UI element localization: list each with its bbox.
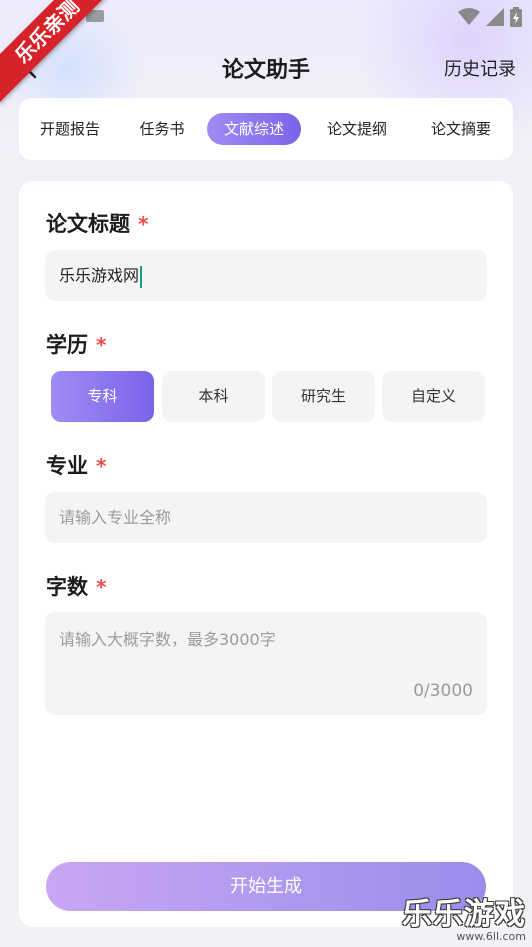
tab-abstract[interactable]: 论文摘要 bbox=[424, 113, 498, 145]
major-input[interactable]: 请输入专业全称 bbox=[45, 492, 487, 543]
major-label-text: 专业 bbox=[46, 454, 88, 478]
character-counter: 0/3000 bbox=[413, 681, 473, 701]
title-label: 论文标题 * bbox=[46, 208, 148, 238]
word-count-input[interactable]: 请输入大概字数，最多3000字 0/3000 bbox=[45, 612, 487, 715]
word-count-label-text: 字数 bbox=[46, 575, 88, 599]
tab-outline[interactable]: 论文提纲 bbox=[320, 113, 394, 145]
form-card: 论文标题 * 乐乐游戏网 学历 * 专科 本科 研究生 自定义 专业 * 请输入专业全… bbox=[19, 181, 513, 927]
title-label-text: 论文标题 bbox=[46, 212, 130, 236]
app-header: 论文助手 历史记录 bbox=[0, 44, 532, 90]
tab-task-book[interactable]: 任务书 bbox=[130, 113, 194, 145]
education-option-custom[interactable]: 自定义 bbox=[382, 371, 485, 422]
battery-icon bbox=[510, 7, 522, 27]
required-mark: * bbox=[96, 333, 107, 357]
title-input-value: 乐乐游戏网 bbox=[59, 266, 140, 285]
education-option-bachelor[interactable]: 本科 bbox=[162, 371, 265, 422]
education-option-graduate[interactable]: 研究生 bbox=[272, 371, 375, 422]
title-input[interactable]: 乐乐游戏网 bbox=[45, 250, 487, 301]
history-button[interactable]: 历史记录 bbox=[444, 55, 516, 81]
required-mark: * bbox=[96, 454, 107, 478]
tab-literature-review[interactable]: 文献综述 bbox=[207, 113, 301, 145]
wifi-icon bbox=[458, 8, 480, 25]
word-count-label: 字数 * bbox=[46, 571, 106, 601]
text-caret bbox=[140, 265, 143, 288]
education-label-text: 学历 bbox=[46, 333, 88, 357]
word-count-placeholder: 请输入大概字数，最多3000字 bbox=[59, 630, 276, 649]
signal-icon bbox=[486, 8, 504, 26]
required-mark: * bbox=[96, 575, 107, 599]
education-option-junior-college[interactable]: 专科 bbox=[51, 371, 154, 422]
site-watermark: 乐乐游戏 www.6ll.com bbox=[402, 889, 526, 943]
required-mark: * bbox=[138, 212, 149, 236]
watermark-logo: 乐乐游戏 bbox=[402, 897, 526, 932]
education-label: 学历 * bbox=[46, 329, 106, 359]
status-right-icons bbox=[458, 7, 522, 27]
major-label: 专业 * bbox=[46, 450, 106, 480]
tab-bar: 开题报告 任务书 文献综述 论文提纲 论文摘要 bbox=[19, 98, 513, 160]
tab-proposal[interactable]: 开题报告 bbox=[33, 113, 107, 145]
